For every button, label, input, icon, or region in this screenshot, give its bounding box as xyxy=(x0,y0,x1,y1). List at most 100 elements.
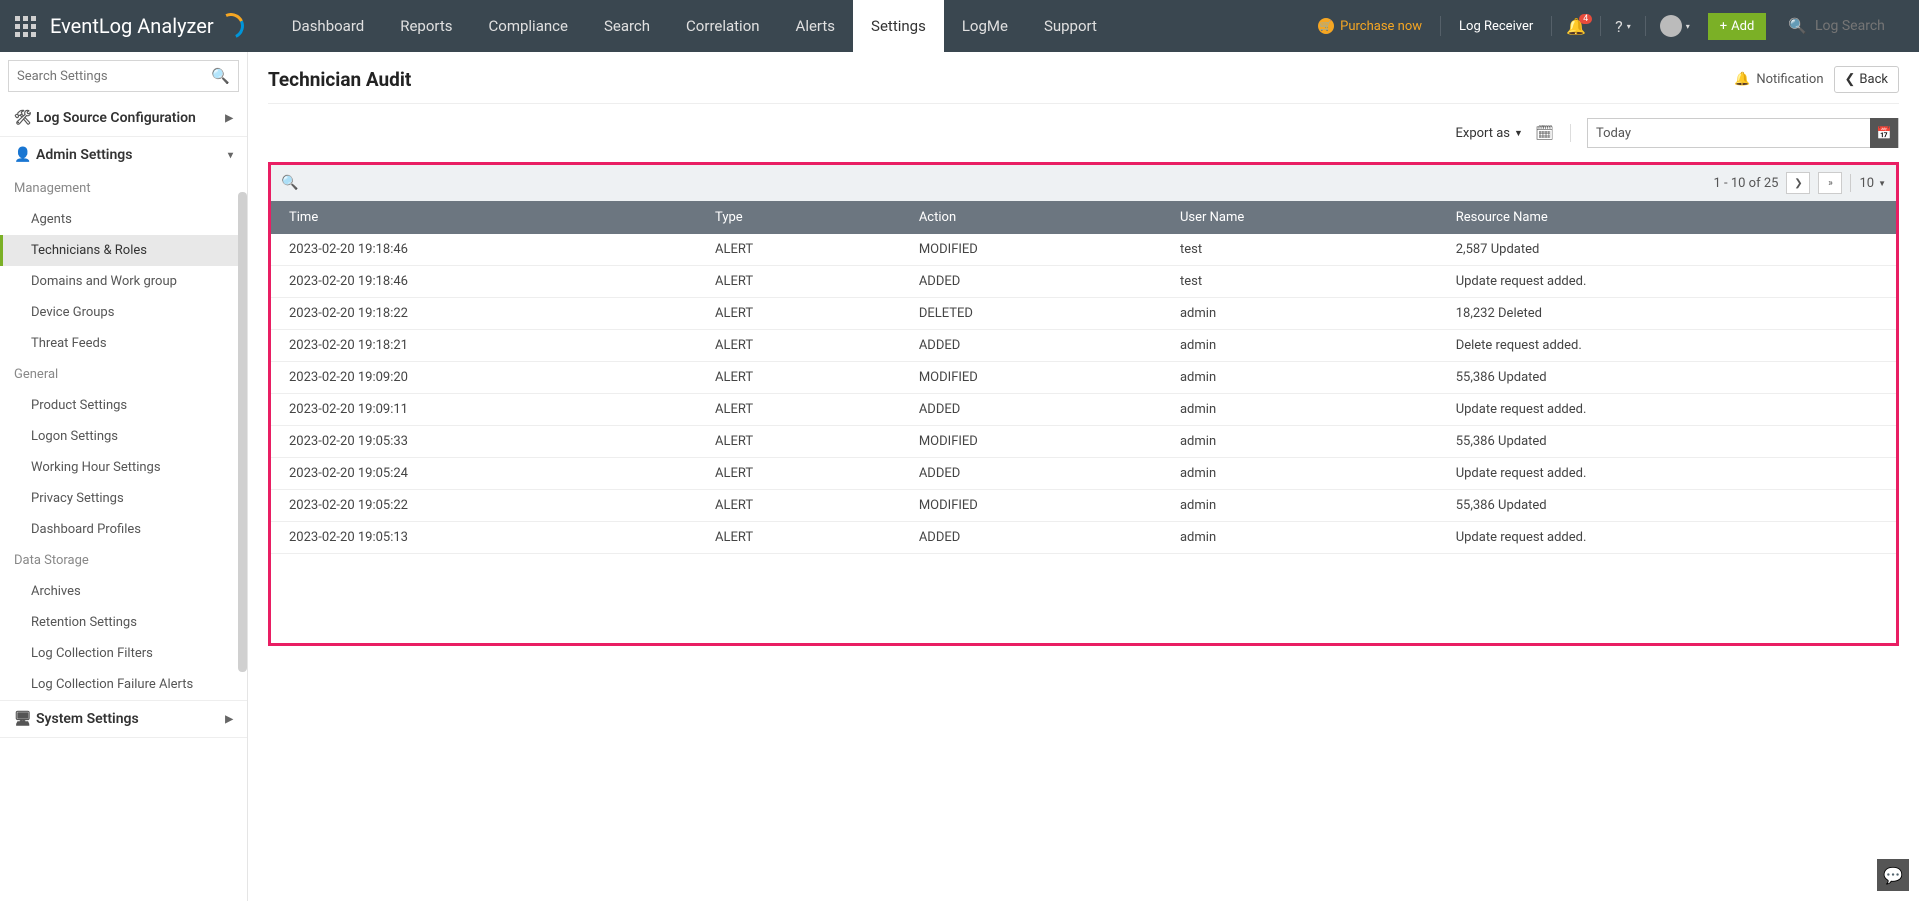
nav-item-search[interactable]: Search xyxy=(586,0,668,52)
column-header[interactable]: Action xyxy=(901,201,1162,234)
feedback-button[interactable]: 💬 xyxy=(1877,859,1909,891)
table-cell: 2023-02-20 19:18:21 xyxy=(271,330,697,362)
sidebar-item[interactable]: Device Groups xyxy=(0,297,247,328)
nav-item-correlation[interactable]: Correlation xyxy=(668,0,778,52)
table-row[interactable]: 2023-02-20 19:18:46ALERTMODIFIEDtest2,58… xyxy=(271,234,1896,266)
date-value: Today xyxy=(1596,126,1631,141)
table-cell: ALERT xyxy=(697,266,901,298)
column-header[interactable]: Time xyxy=(271,201,697,234)
sidebar-item[interactable]: Logon Settings xyxy=(0,421,247,452)
table-row[interactable]: 2023-02-20 19:05:24ALERTADDEDadminUpdate… xyxy=(271,458,1896,490)
column-header[interactable]: Type xyxy=(697,201,901,234)
sidebar-group-label: Data Storage xyxy=(0,545,247,576)
audit-table-container: 🔍 1 - 10 of 25 ❯ » 10 ▼ TimeTypeActionUs… xyxy=(268,162,1899,646)
sidebar-item[interactable]: Privacy Settings xyxy=(0,483,247,514)
date-range-picker[interactable]: Today 📅 xyxy=(1587,118,1899,148)
sidebar-item[interactable]: Working Hour Settings xyxy=(0,452,247,483)
sidebar-item[interactable]: Log Collection Failure Alerts xyxy=(0,669,247,700)
table-cell: Update request added. xyxy=(1438,458,1896,490)
table-cell: ALERT xyxy=(697,490,901,522)
sidebar-section-system-settings[interactable]: 🖥 System Settings ▶ xyxy=(0,701,247,737)
table-row[interactable]: 2023-02-20 19:05:13ALERTADDEDadminUpdate… xyxy=(271,522,1896,554)
page-size-dropdown[interactable]: 10 ▼ xyxy=(1859,176,1886,191)
chevron-down-icon: ▾ xyxy=(1627,22,1631,31)
table-cell: admin xyxy=(1162,298,1438,330)
table-search-icon[interactable]: 🔍 xyxy=(281,175,298,191)
nav-item-alerts[interactable]: Alerts xyxy=(778,0,854,52)
export-as-dropdown[interactable]: Export as ▼ xyxy=(1455,126,1522,141)
sidebar-item[interactable]: Log Collection Filters xyxy=(0,638,247,669)
sidebar-group-label: General xyxy=(0,359,247,390)
table-cell: ALERT xyxy=(697,330,901,362)
scrollbar[interactable] xyxy=(238,192,247,672)
page-title: Technician Audit xyxy=(268,68,411,91)
table-cell: 2023-02-20 19:18:46 xyxy=(271,234,697,266)
sidebar-item[interactable]: Threat Feeds xyxy=(0,328,247,359)
sidebar-item[interactable]: Domains and Work group xyxy=(0,266,247,297)
nav-item-dashboard[interactable]: Dashboard xyxy=(274,0,383,52)
log-search-input[interactable] xyxy=(1815,18,1905,34)
table-cell: ALERT xyxy=(697,234,901,266)
purchase-now-link[interactable]: 🛒 Purchase now xyxy=(1304,18,1436,34)
sidebar-item[interactable]: Dashboard Profiles xyxy=(0,514,247,545)
sidebar-item[interactable]: Agents xyxy=(0,204,247,235)
column-header[interactable]: User Name xyxy=(1162,201,1438,234)
table-cell: ADDED xyxy=(901,458,1162,490)
help-menu[interactable]: ? ▾ xyxy=(1605,17,1641,36)
table-cell: MODIFIED xyxy=(901,490,1162,522)
user-menu[interactable]: ▾ xyxy=(1650,15,1700,37)
logo-swirl-icon xyxy=(214,9,247,42)
add-button[interactable]: + Add xyxy=(1708,13,1767,40)
table-cell: MODIFIED xyxy=(901,234,1162,266)
table-cell: 55,386 Updated xyxy=(1438,362,1896,394)
pager-last-button[interactable]: » xyxy=(1818,172,1842,194)
nav-item-compliance[interactable]: Compliance xyxy=(471,0,586,52)
nav-item-logme[interactable]: LogMe xyxy=(944,0,1026,52)
apps-grid-icon[interactable] xyxy=(0,16,50,37)
table-cell: ALERT xyxy=(697,426,901,458)
table-row[interactable]: 2023-02-20 19:09:20ALERTMODIFIEDadmin55,… xyxy=(271,362,1896,394)
notifications-icon[interactable]: 🔔 4 xyxy=(1556,17,1596,36)
table-row[interactable]: 2023-02-20 19:05:22ALERTMODIFIEDadmin55,… xyxy=(271,490,1896,522)
back-button[interactable]: ❮ Back xyxy=(1834,66,1899,93)
table-row[interactable]: 2023-02-20 19:18:22ALERTDELETEDadmin18,2… xyxy=(271,298,1896,330)
sidebar-item[interactable]: Archives xyxy=(0,576,247,607)
table-row[interactable]: 2023-02-20 19:09:11ALERTADDEDadminUpdate… xyxy=(271,394,1896,426)
export-label: Export as xyxy=(1455,126,1510,141)
table-cell: 2023-02-20 19:09:11 xyxy=(271,394,697,426)
notification-link[interactable]: 🔔 Notification xyxy=(1734,72,1823,87)
sidebar-item[interactable]: Retention Settings xyxy=(0,607,247,638)
table-cell: Update request added. xyxy=(1438,522,1896,554)
table-cell: 55,386 Updated xyxy=(1438,490,1896,522)
pager-next-button[interactable]: ❯ xyxy=(1786,172,1810,194)
logo[interactable]: EventLog Analyzer xyxy=(50,13,274,39)
sidebar-section-label: Log Source Configuration xyxy=(36,110,196,126)
sidebar-item[interactable]: Product Settings xyxy=(0,390,247,421)
nav-item-reports[interactable]: Reports xyxy=(382,0,470,52)
column-header[interactable]: Resource Name xyxy=(1438,201,1896,234)
notification-label: Notification xyxy=(1756,72,1823,87)
table-row[interactable]: 2023-02-20 19:18:46ALERTADDEDtestUpdate … xyxy=(271,266,1896,298)
log-search[interactable]: 🔍 xyxy=(1774,17,1919,35)
purchase-label: Purchase now xyxy=(1340,19,1422,34)
sidebar-section-log-source[interactable]: 🛠 Log Source Configuration ▶ xyxy=(0,100,247,136)
nav-item-support[interactable]: Support xyxy=(1026,0,1115,52)
search-icon: 🔍 xyxy=(211,67,230,85)
log-receiver-link[interactable]: Log Receiver xyxy=(1445,19,1547,34)
sidebar-search[interactable]: 🔍 xyxy=(8,60,239,92)
sidebar-item[interactable]: Technicians & Roles xyxy=(0,235,247,266)
table-row[interactable]: 2023-02-20 19:18:21ALERTADDEDadminDelete… xyxy=(271,330,1896,362)
schedule-icon[interactable]: 🗓 xyxy=(1535,124,1554,142)
sidebar-section-admin-settings[interactable]: 👤 Admin Settings ▾ xyxy=(0,137,247,173)
table-cell: admin xyxy=(1162,330,1438,362)
table-cell: ADDED xyxy=(901,266,1162,298)
page-size-value: 10 xyxy=(1859,176,1874,191)
table-cell: MODIFIED xyxy=(901,362,1162,394)
sidebar-search-input[interactable] xyxy=(17,69,211,84)
table-cell: 55,386 Updated xyxy=(1438,426,1896,458)
table-row[interactable]: 2023-02-20 19:05:33ALERTMODIFIEDadmin55,… xyxy=(271,426,1896,458)
nav-item-settings[interactable]: Settings xyxy=(853,0,944,52)
chevron-left-icon: ❮ xyxy=(1845,72,1856,87)
desktop-icon: 🖥 xyxy=(14,711,36,727)
topbar-right: 🛒 Purchase now Log Receiver 🔔 4 ? ▾ ▾ + … xyxy=(1304,0,1919,52)
